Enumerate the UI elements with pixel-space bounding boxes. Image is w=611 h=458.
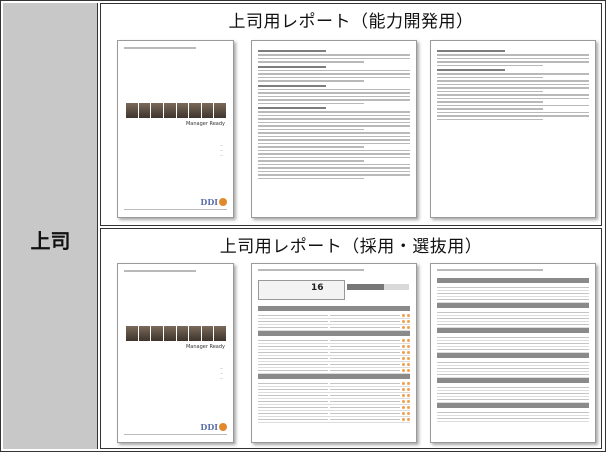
score-value: 16 — [311, 283, 324, 293]
section-title: 上司用レポート（採用・選抜用） — [219, 237, 483, 257]
section-title: 上司用レポート（能力開発用） — [228, 12, 474, 32]
cover-meta: — — — — [220, 143, 223, 157]
role-label: 上司 — [30, 229, 71, 253]
report-page-thumbnail — [251, 40, 417, 218]
report-page-thumbnail — [430, 40, 596, 218]
cover-meta: — — — — [220, 366, 223, 380]
ddi-logo: DDI — [200, 197, 227, 207]
cover-title: Manager Ready — [185, 121, 225, 127]
portrait-strip — [126, 103, 226, 118]
score-bar — [347, 284, 409, 290]
report-section-selection: 上司用レポート（採用・選抜用） Manager Ready — — — DDI 16 — [100, 228, 602, 449]
left-column: 上司 — [3, 3, 98, 449]
report-page-thumbnail: 16 — [251, 263, 417, 443]
cover-footer-rule — [124, 209, 227, 213]
score-box: 16 — [258, 280, 345, 300]
report-cover-thumbnail: Manager Ready — — — DDI — [117, 263, 234, 443]
ddi-logo: DDI — [200, 422, 227, 432]
report-page-thumbnail — [430, 263, 596, 443]
cover-footer-rule — [124, 434, 227, 438]
portrait-strip — [126, 326, 226, 341]
report-cover-thumbnail: Manager Ready — — — DDI — [117, 40, 234, 218]
cover-title: Manager Ready — [185, 344, 225, 350]
report-section-development: 上司用レポート（能力開発用） Manager Ready — — — DDI — [100, 3, 602, 226]
